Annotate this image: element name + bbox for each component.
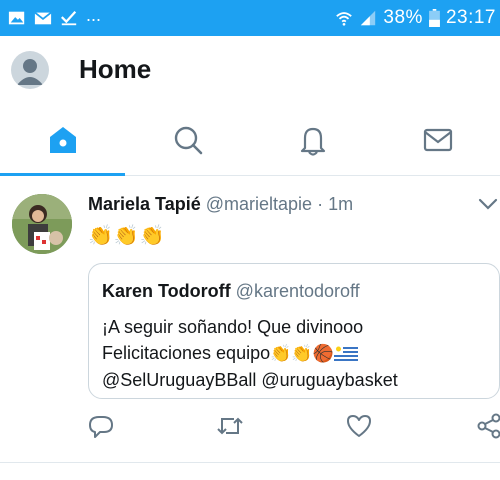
status-bar: ... 38% 23:17	[0, 0, 500, 36]
search-icon	[174, 126, 202, 155]
mail-icon	[34, 11, 52, 25]
author-handle[interactable]: @marieltapie	[206, 194, 312, 214]
tweet-header: Mariela Tapié @marieltapie · 1m	[88, 194, 353, 215]
battery-icon	[429, 9, 440, 27]
tab-search[interactable]	[125, 106, 250, 174]
battery-level: 38%	[383, 7, 423, 28]
active-tab-indicator	[0, 173, 125, 176]
tweet-timestamp[interactable]: 1m	[328, 194, 353, 214]
quoted-text-fragment: Felicitaciones equipo	[102, 343, 271, 363]
more-notifications-indicator: ...	[86, 4, 102, 25]
clap-emoji: 👏	[88, 225, 113, 247]
quoted-text-line: ¡A seguir soñando! Que divinooo	[102, 317, 364, 337]
author-photo	[12, 194, 72, 254]
quoted-tweet-header: Karen Todoroff @karentodoroff	[102, 281, 360, 302]
author-name[interactable]: Mariela Tapié	[88, 194, 201, 214]
basketball-emoji: 🏀	[312, 344, 334, 363]
tweet-actions	[0, 413, 500, 445]
profile-avatar-button[interactable]	[11, 51, 49, 89]
clock: 23:17	[445, 7, 496, 28]
home-icon	[49, 127, 76, 153]
status-bar-system: 38% 23:17	[335, 6, 496, 30]
clap-emoji: 👏	[113, 225, 139, 247]
tweet-divider	[0, 462, 500, 463]
page-title: Home	[79, 54, 152, 84]
clap-emoji: 👏	[291, 344, 313, 363]
author-avatar[interactable]	[12, 194, 72, 254]
tweet-text: 👏 👏 👏	[88, 224, 165, 248]
clap-emoji: 👏	[139, 225, 165, 247]
quoted-author-handle: @karentodoroff	[235, 281, 360, 301]
uruguay-flag-icon	[333, 345, 358, 361]
image-icon	[8, 11, 25, 25]
separator-dot: ·	[317, 194, 324, 214]
default-avatar-icon	[17, 59, 43, 85]
reply-icon[interactable]	[88, 413, 114, 439]
messages-icon	[423, 128, 452, 152]
check-icon	[61, 10, 77, 26]
notifications-icon	[300, 127, 325, 156]
chevron-down-icon[interactable]	[478, 197, 498, 211]
share-icon[interactable]	[476, 413, 500, 439]
like-icon[interactable]	[346, 413, 372, 439]
quoted-text-line: Felicitaciones equipo👏👏🏀	[102, 340, 398, 367]
quoted-tweet[interactable]: Karen Todoroff @karentodoroff ¡A seguir …	[88, 263, 500, 399]
tweet[interactable]: Mariela Tapié @marieltapie · 1m 👏 👏 👏 Ka…	[0, 177, 500, 463]
clap-emoji: 👏	[270, 344, 292, 363]
tab-messages[interactable]	[375, 106, 500, 174]
tab-home[interactable]	[0, 106, 125, 176]
tab-notifications[interactable]	[250, 106, 375, 174]
retweet-icon[interactable]	[217, 413, 243, 439]
quoted-author-name: Karen Todoroff	[102, 281, 231, 301]
tab-bar	[0, 106, 500, 176]
quoted-tweet-text: ¡A seguir soñando! Que divinooo Felicita…	[102, 314, 398, 393]
quoted-mentions[interactable]: @SelUruguayBBall @uruguaybasket	[102, 367, 398, 393]
signal-icon	[361, 10, 376, 26]
wifi-icon	[336, 12, 353, 26]
status-bar-notifications: ...	[8, 4, 102, 28]
app-header: Home	[0, 36, 500, 106]
